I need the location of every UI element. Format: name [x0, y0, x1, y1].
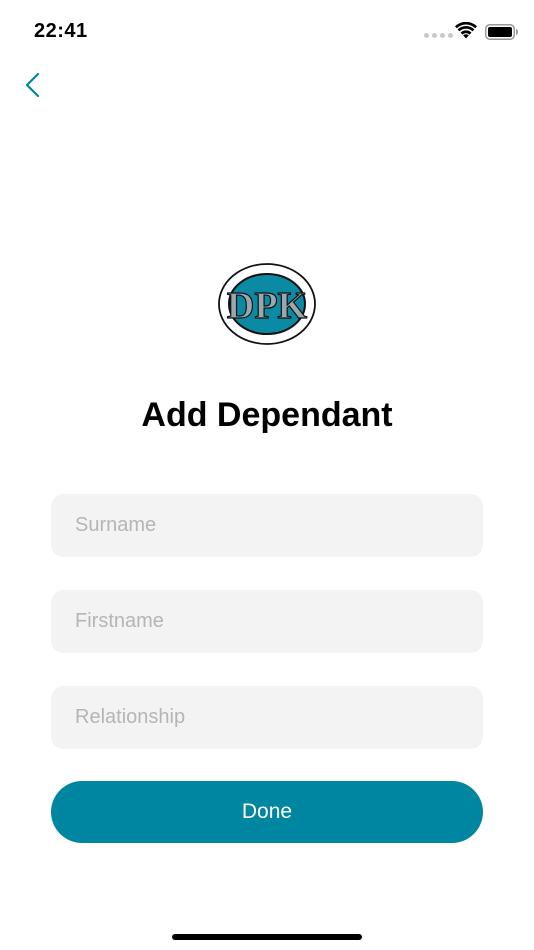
back-button[interactable] — [18, 68, 52, 102]
battery-icon — [485, 24, 518, 40]
relationship-input[interactable] — [51, 686, 483, 749]
logo-text: DPK — [227, 285, 308, 327]
page-title: Add Dependant — [141, 396, 393, 434]
done-button[interactable]: Done — [51, 781, 483, 843]
chevron-left-icon — [25, 72, 40, 98]
cellular-signal-icon — [424, 33, 453, 38]
home-indicator[interactable] — [172, 934, 362, 940]
surname-input[interactable] — [51, 494, 483, 557]
status-time: 22:41 — [34, 20, 88, 42]
status-bar: 22:41 — [0, 0, 534, 64]
wifi-icon — [455, 22, 477, 39]
dpk-logo: DPK — [218, 263, 316, 345]
add-dependant-screen: 22:41 DPK Add Dependant Done — [0, 0, 534, 950]
firstname-input[interactable] — [51, 590, 483, 653]
